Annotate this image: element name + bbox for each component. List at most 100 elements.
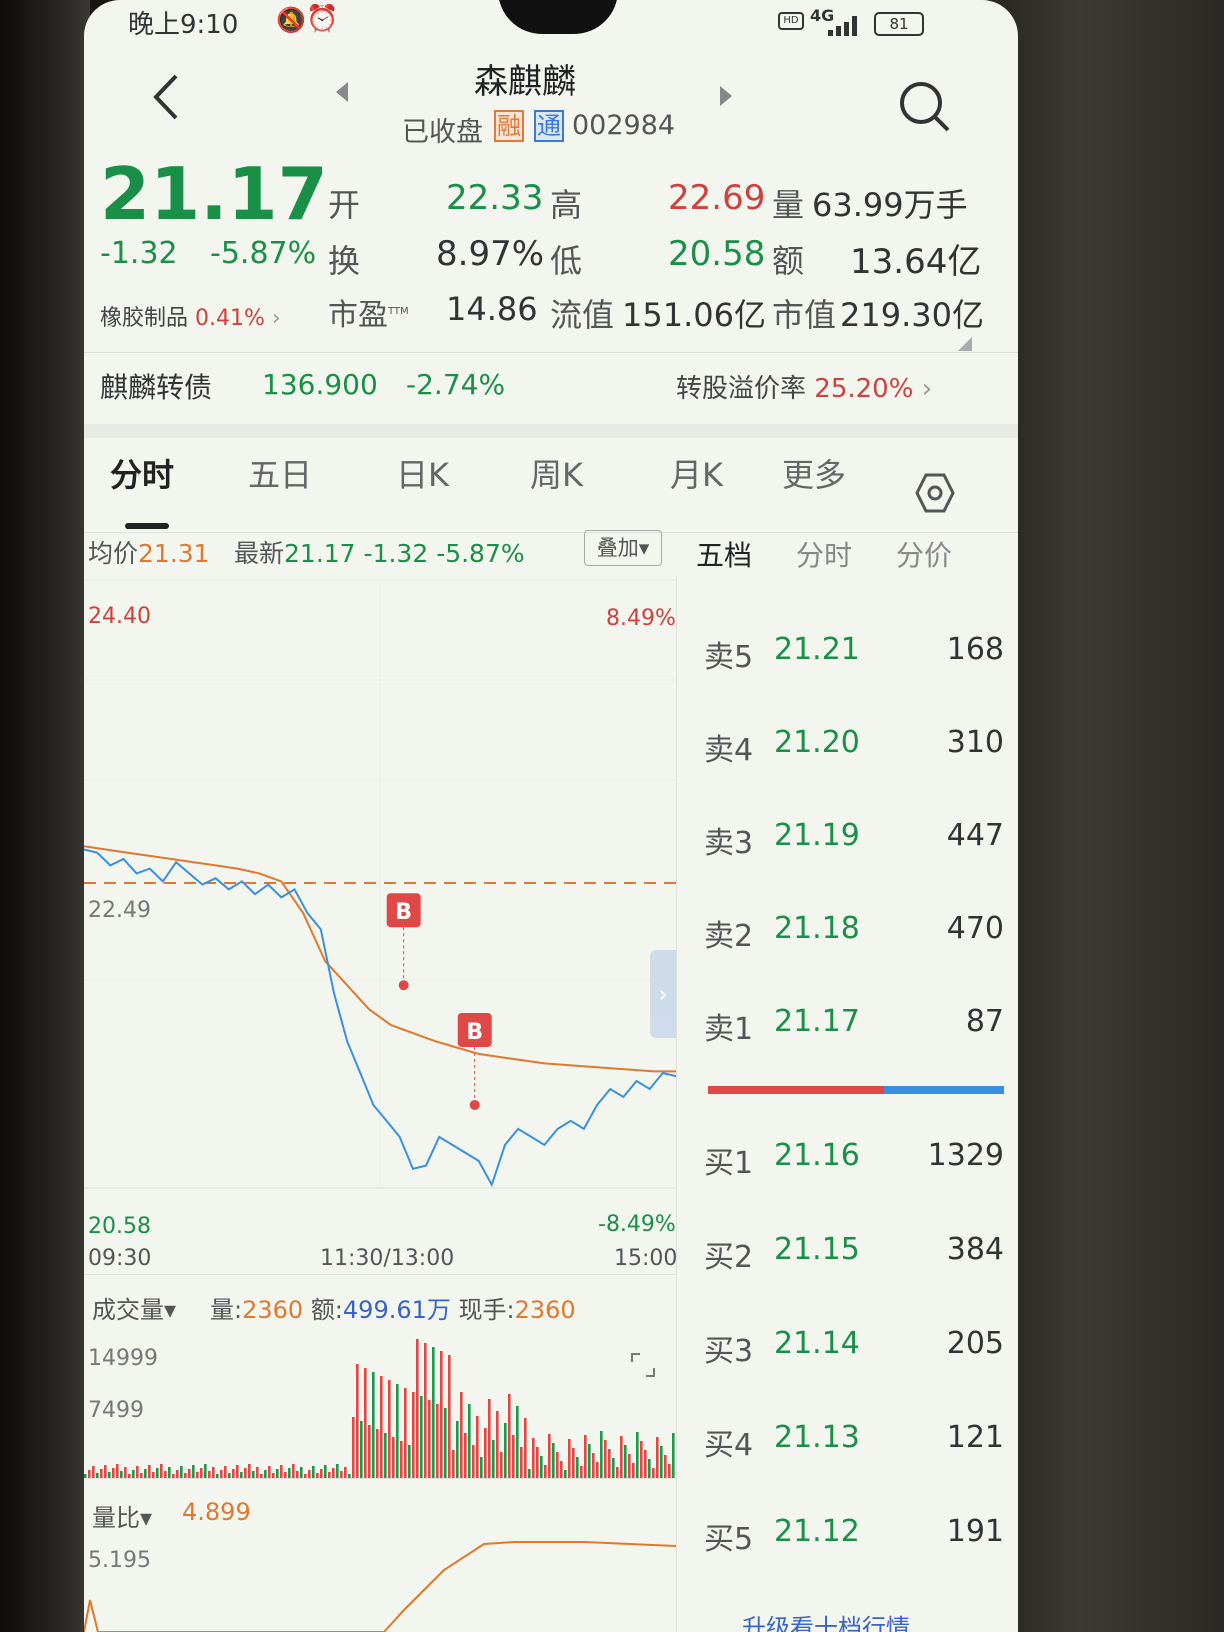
volume-bar: [344, 1467, 347, 1478]
tab-daily-k[interactable]: 日K: [396, 450, 449, 496]
volume-bar: [168, 1467, 171, 1478]
volume-bar: [564, 1470, 567, 1478]
ask-volume: 87: [965, 1004, 1004, 1039]
volume-bar: [136, 1466, 139, 1478]
volume-bar: [92, 1466, 95, 1478]
volume-bar: [656, 1437, 659, 1478]
volume-bar: [120, 1471, 123, 1478]
tab-five-day[interactable]: 五日: [248, 450, 312, 496]
intraday-chart[interactable]: BB: [84, 578, 676, 1218]
pe-label-text: 市盈: [328, 298, 388, 333]
volume-bar: [520, 1447, 523, 1478]
sector-link[interactable]: 橡胶制品 0.41% ›: [100, 300, 281, 332]
volume-bar: [400, 1441, 403, 1478]
tab-five-levels[interactable]: 五档: [696, 534, 752, 574]
volume-bar: [236, 1465, 239, 1478]
volume-bar: [232, 1469, 235, 1478]
latest-value: 21.17: [284, 539, 356, 568]
vol-label: 量:: [210, 1296, 243, 1324]
pe-ttm: TTM: [388, 306, 409, 317]
time-start: 09:30: [88, 1246, 152, 1271]
latest-label: 最新: [234, 539, 285, 568]
bond-premium[interactable]: 转股溢价率 25.20% ›: [676, 368, 932, 405]
volume-bar: [540, 1456, 543, 1478]
pe-label: 市盈TTM: [328, 290, 409, 334]
volume-bars: [84, 1339, 675, 1478]
search-icon[interactable]: [898, 80, 952, 138]
bond-premium-label: 转股溢价率: [676, 374, 807, 404]
volume-bar: [404, 1388, 407, 1478]
volume-bar: [88, 1470, 91, 1478]
volume-bar: [352, 1417, 355, 1478]
tab-monthly-k[interactable]: 月K: [670, 450, 723, 496]
ask-label: 卖4: [704, 733, 754, 768]
volume-bar: [116, 1464, 119, 1478]
ask-row-3: 卖3 21.19 447: [704, 818, 1004, 861]
turnover-value: 8.97%: [436, 234, 545, 274]
chart-settings-icon[interactable]: [914, 472, 956, 518]
mcap-label: 市值: [772, 296, 837, 334]
volume-bar: [212, 1467, 215, 1478]
divider: [84, 1478, 676, 1479]
volume-bar: [416, 1339, 419, 1478]
bid-price: 21.12: [774, 1514, 860, 1549]
section-gap: [84, 424, 1018, 438]
volume-bar: [592, 1453, 595, 1478]
volume-bar: [640, 1441, 643, 1478]
active-tab-indicator: [125, 523, 169, 529]
divider: [84, 352, 1018, 353]
bid-label: 买2: [704, 1240, 754, 1275]
back-icon[interactable]: [150, 72, 180, 126]
volume-bar: [576, 1457, 579, 1478]
volume-bar: [624, 1445, 627, 1478]
volume-bar: [608, 1449, 611, 1478]
volume-bar: [476, 1416, 479, 1478]
connect-badge: 通: [534, 110, 564, 142]
volume-bar: [628, 1454, 631, 1478]
volume-bar: [596, 1462, 599, 1478]
volume-bar: [620, 1436, 623, 1478]
ask-price: 21.20: [774, 725, 860, 760]
bid-row-5: 买5 21.12 191: [704, 1514, 1004, 1557]
volume-bar: [428, 1400, 431, 1478]
divider: [84, 532, 1018, 533]
tab-ticks[interactable]: 分时: [796, 534, 852, 574]
overlay-label: 叠加: [596, 536, 639, 560]
buy-marker[interactable]: B: [457, 1012, 492, 1110]
volume-bar: [388, 1380, 391, 1478]
app-screen: 晚上9:10 🔕 ⏰ HD 4G 81 森麒麟 已收盘 融 通 002984 2…: [84, 0, 1018, 1632]
open-value: 22.33: [446, 178, 544, 218]
volume-bar: [144, 1469, 147, 1478]
tab-weekly-k[interactable]: 周K: [530, 450, 583, 496]
prev-stock-icon[interactable]: [334, 80, 350, 108]
volume-bar: [188, 1469, 191, 1478]
volume-bar: [408, 1445, 411, 1478]
bid-label: 买1: [704, 1146, 754, 1181]
next-stock-icon[interactable]: [718, 84, 734, 112]
buy-marker[interactable]: B: [386, 893, 421, 991]
tab-price-dist[interactable]: 分价: [896, 534, 952, 574]
camera-notch: [498, 0, 618, 34]
volume-bar: [424, 1343, 427, 1478]
tab-more[interactable]: 更多: [782, 450, 846, 496]
upgrade-link[interactable]: 升级看十档行情: [742, 1608, 910, 1632]
sector-pct: 0.41%: [195, 306, 265, 331]
ask-volume: 447: [946, 818, 1004, 853]
overlay-dropdown[interactable]: 叠加▾: [584, 530, 662, 566]
volume-bar: [516, 1406, 519, 1478]
tab-intraday[interactable]: 分时: [110, 450, 174, 496]
side-panel-toggle-icon[interactable]: ›: [650, 950, 676, 1038]
divider: [84, 1274, 676, 1275]
bond-name[interactable]: 麒麟转债: [100, 366, 212, 406]
volume-bar: [312, 1466, 315, 1478]
hand-label: 现手:: [458, 1296, 515, 1324]
ratio-selector[interactable]: 量比▾: [92, 1498, 152, 1533]
volume-bar: [200, 1468, 203, 1478]
stock-name: 森麒麟: [474, 62, 576, 102]
volume-bar: [464, 1433, 467, 1478]
amt-label: 额:: [310, 1296, 343, 1324]
volume-selector[interactable]: 成交量▾: [92, 1290, 176, 1325]
volume-bar: [320, 1469, 323, 1478]
volume-bar: [508, 1394, 511, 1478]
volume-bar: [648, 1459, 651, 1478]
